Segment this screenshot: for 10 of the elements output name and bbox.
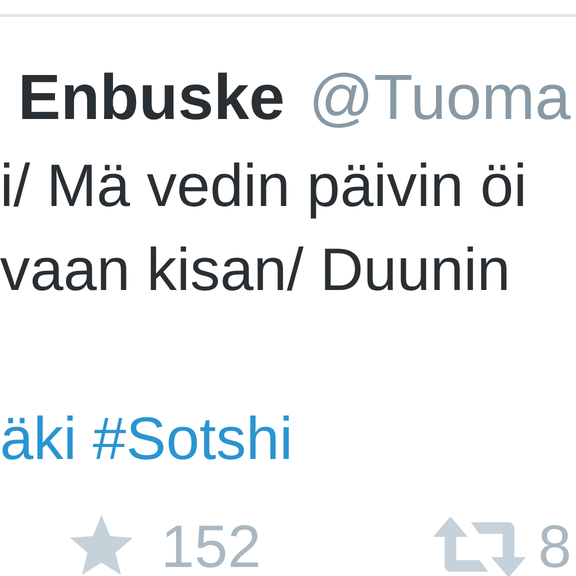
- retweet-count: 8: [538, 516, 572, 576]
- star-icon: [68, 514, 135, 576]
- tweet-text-line: i/ Mä vedin päivin öi: [0, 151, 527, 221]
- hashtag-link[interactable]: äki: [0, 397, 77, 481]
- retweet-icon: [433, 516, 526, 576]
- hashtag-link[interactable]: #Sotshi: [92, 397, 293, 481]
- user-handle[interactable]: @Tuoma: [308, 65, 571, 129]
- user-name[interactable]: Enbuske: [18, 65, 285, 129]
- tweet-text-line: vaan kisan/ Duunin: [0, 235, 510, 305]
- favorite-count: 152: [161, 516, 262, 576]
